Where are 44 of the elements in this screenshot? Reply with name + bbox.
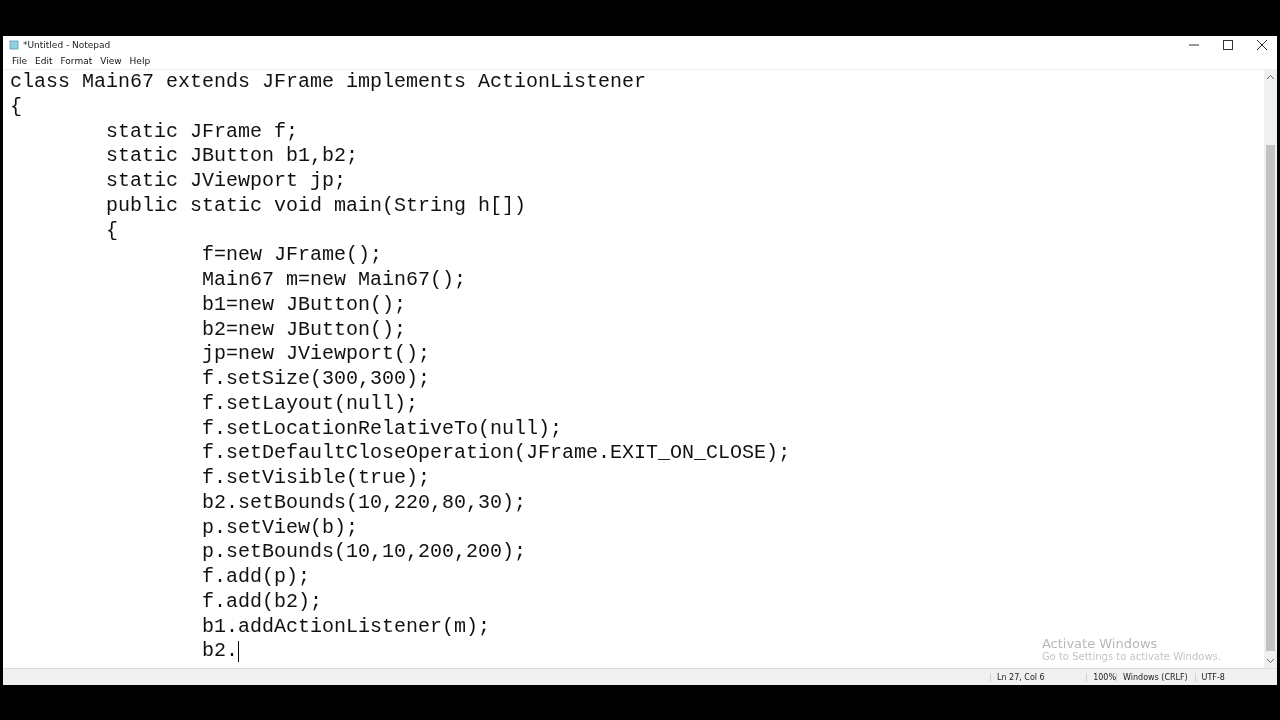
code-line: f.setLocationRelativeTo(null); (201, 416, 563, 442)
code-line: { (10, 94, 22, 120)
activation-title: Activate Windows (1041, 636, 1159, 651)
code-line: Main67 m=new Main67(); (201, 268, 467, 293)
code-line: b1.addActionListener(m); (201, 614, 491, 640)
scrollbar-thumb[interactable] (1266, 145, 1275, 651)
code-line: f.setSize(300,300); (201, 367, 431, 392)
activation-hint: Go to Settings to activate Windows. (1041, 651, 1221, 662)
code-line: static JFrame f; (105, 119, 299, 145)
scrollbar[interactable] (1264, 70, 1277, 668)
code-line: b1=new JButton(); (201, 292, 407, 318)
code-line: f.setVisible(true); (201, 466, 431, 491)
status-text: 100% (1086, 672, 1117, 682)
scroll-down-icon[interactable] (1266, 656, 1275, 665)
status-text: UTF-8 (1194, 672, 1277, 682)
window-title: *Untitled - Notepad (23, 39, 112, 50)
code-line: p.setView(b); (201, 515, 359, 541)
maximize-icon[interactable] (1223, 39, 1233, 50)
code-line: f.setLayout(null); (201, 391, 419, 417)
menu-item[interactable]: Help (126, 56, 154, 66)
code-line: public static void main(String h[]) (105, 193, 527, 219)
text-cursor (238, 641, 240, 663)
notepad-icon (9, 39, 19, 50)
menu-item[interactable]: File (9, 56, 31, 66)
code-line: jp=new JViewport(); (201, 342, 431, 367)
code-line: p.setBounds(10,10,200,200); (201, 540, 527, 565)
close-icon[interactable] (1257, 39, 1267, 50)
code-line: f.setDefaultCloseOperation(JFrame.EXIT_ON_CLOSE); (201, 441, 791, 466)
code-line: static JButton b1,b2; (105, 144, 359, 169)
code-line: f=new JFrame(); (201, 243, 383, 268)
code-line: static JViewport jp; (105, 169, 347, 194)
code-line: f.add(b2); (201, 589, 323, 615)
code-line: f.add(p); (201, 565, 311, 590)
code-line: { (105, 218, 119, 244)
status-text: Windows (CRLF) (1116, 672, 1195, 682)
code-line: class Main67 extends JFrame implements ActionListener (10, 70, 647, 95)
scroll-up-icon[interactable] (1266, 73, 1275, 82)
code-line: b2=new JButton(); (201, 317, 407, 343)
menu-item[interactable]: Edit (32, 56, 56, 66)
status-text: Ln 27, Col 6 (990, 672, 1087, 682)
code-line: b2. (201, 639, 239, 664)
menu-item[interactable]: Format (57, 56, 96, 66)
menu-item[interactable]: View (97, 56, 125, 66)
code-line: b2.setBounds(10,220,80,30); (201, 490, 527, 516)
